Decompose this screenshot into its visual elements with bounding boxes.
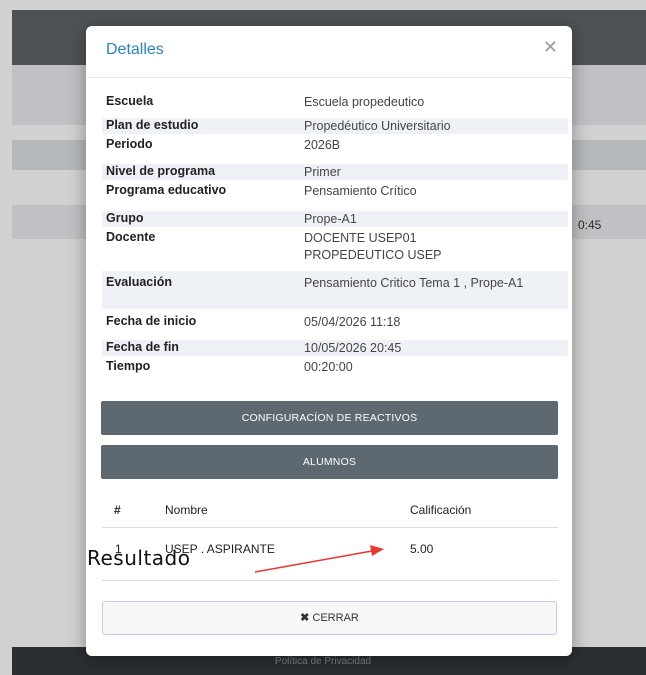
annotation-arrow xyxy=(254,545,384,573)
annotation-label: Resultado xyxy=(87,546,191,570)
